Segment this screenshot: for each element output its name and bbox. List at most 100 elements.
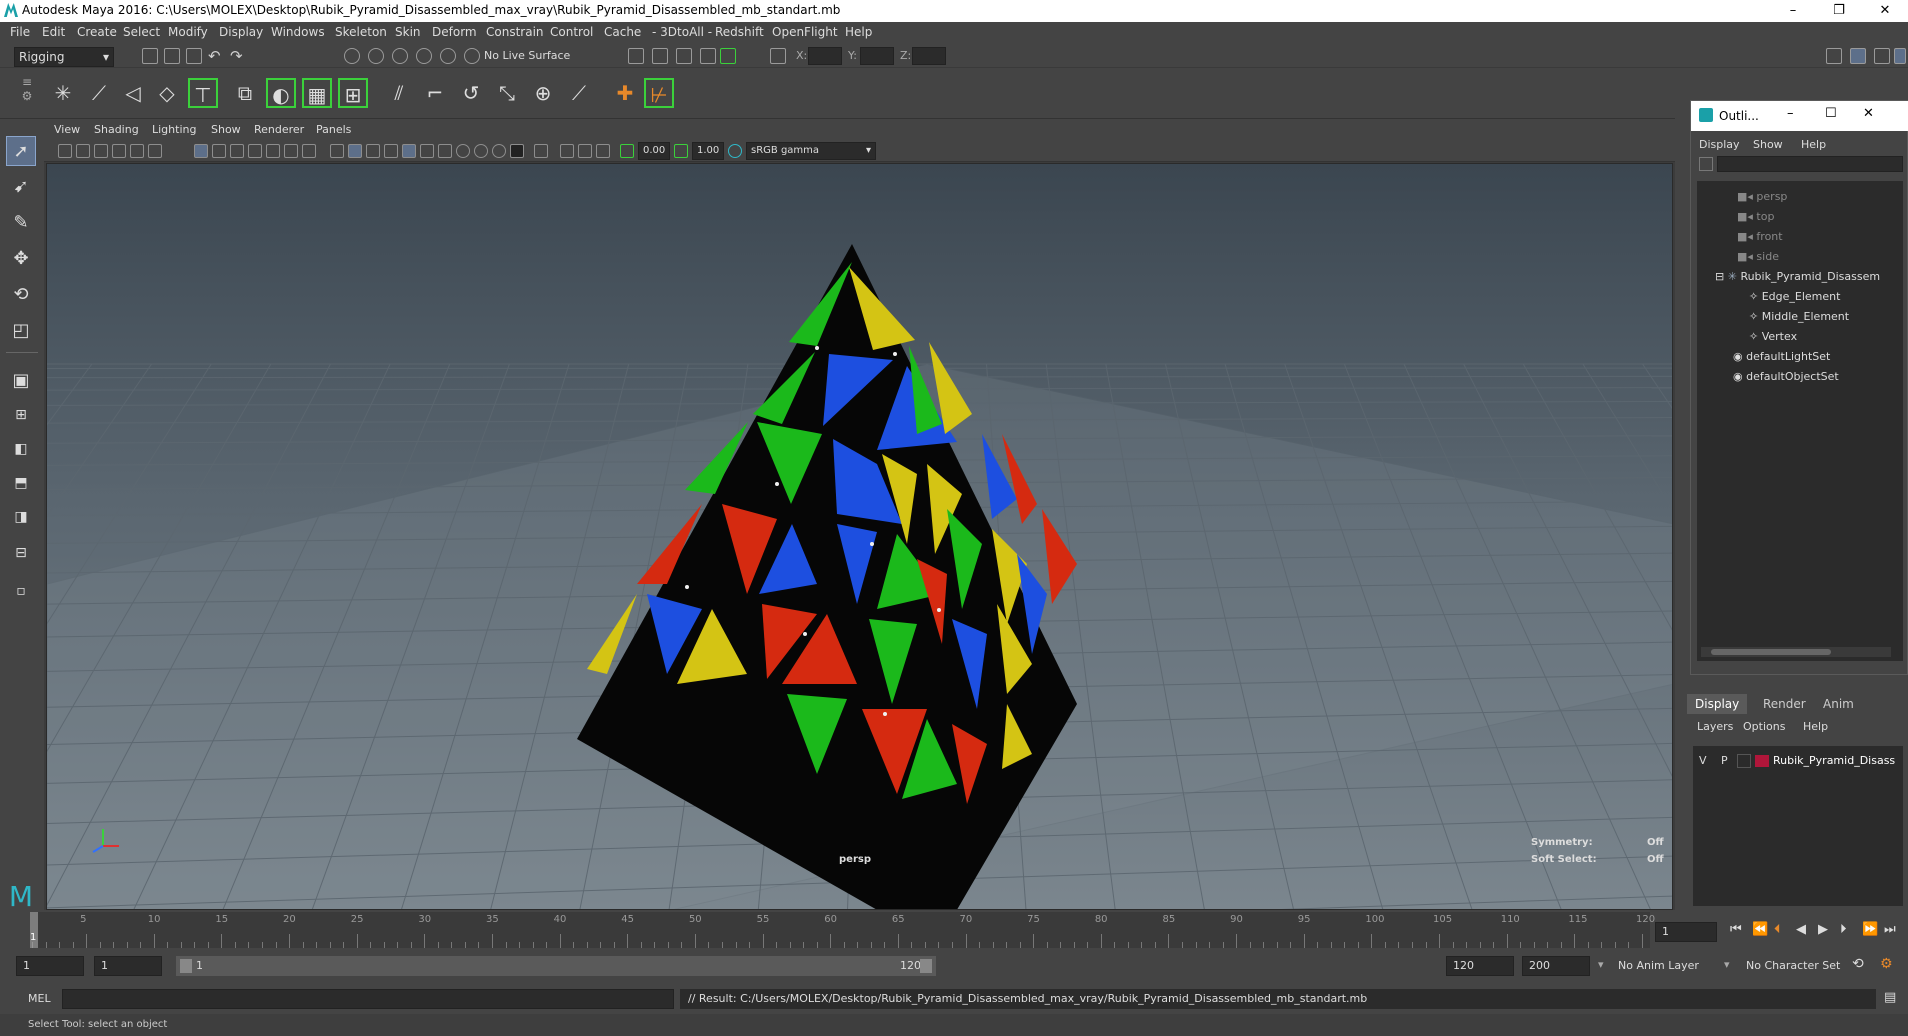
safe-title-icon[interactable] bbox=[302, 144, 316, 158]
menuset-dropdown[interactable]: Rigging ▾ bbox=[14, 47, 114, 67]
ipr-render-icon[interactable] bbox=[676, 48, 692, 64]
go-to-end-icon[interactable]: ⏭ bbox=[1884, 922, 1896, 937]
default-material-icon[interactable] bbox=[366, 144, 380, 158]
close-button[interactable]: ✕ bbox=[1862, 0, 1908, 22]
grease-pencil-icon[interactable] bbox=[148, 144, 162, 158]
panel-menu-lighting[interactable]: Lighting bbox=[152, 123, 196, 136]
outliner-item-edge[interactable]: ✧ Edge_Element bbox=[1749, 287, 1903, 307]
panel-menu-panels[interactable]: Panels bbox=[316, 123, 351, 136]
outliner-item-persp[interactable]: ■◂ persp bbox=[1737, 187, 1903, 207]
lasso-tool-icon[interactable]: ➹ bbox=[6, 172, 36, 202]
layer-playback-toggle[interactable]: P bbox=[1721, 754, 1728, 767]
transform-mode-icon[interactable] bbox=[770, 48, 786, 64]
select-tool-icon[interactable]: ➚ bbox=[6, 136, 36, 166]
step-forward-icon[interactable]: ⏩ bbox=[1862, 922, 1878, 937]
attribute-editor-icon[interactable] bbox=[1850, 48, 1866, 64]
wireframe-on-shaded-icon[interactable] bbox=[384, 144, 398, 158]
outliner-minimize-button[interactable]: – bbox=[1787, 106, 1794, 121]
select-component-icon[interactable] bbox=[392, 48, 408, 64]
tool-settings-icon[interactable] bbox=[1874, 48, 1890, 64]
panel-menu-show[interactable]: Show bbox=[211, 123, 241, 136]
resolution-gate-icon[interactable] bbox=[230, 144, 244, 158]
menu-edit[interactable]: Edit bbox=[42, 25, 65, 39]
select-hierarchy-icon[interactable] bbox=[344, 48, 360, 64]
chevron-down-icon[interactable]: ▾ bbox=[1598, 958, 1604, 971]
minimize-button[interactable]: – bbox=[1770, 0, 1816, 22]
menu-create[interactable]: Create bbox=[77, 25, 117, 39]
prefs-icon[interactable]: ⚙ bbox=[1880, 956, 1893, 972]
safe-action-icon[interactable] bbox=[284, 144, 298, 158]
menu-deform[interactable]: Deform bbox=[432, 25, 477, 39]
xray-icon[interactable] bbox=[560, 144, 574, 158]
range-slider[interactable]: 1 120 bbox=[176, 956, 936, 976]
orient-constraint-icon[interactable]: ↺ bbox=[456, 78, 486, 108]
image-plane-icon[interactable] bbox=[112, 144, 126, 158]
scale-constraint-icon[interactable]: ⤡ bbox=[492, 78, 522, 108]
maximize-button[interactable]: ❐ bbox=[1816, 0, 1862, 22]
panel-menu-shading[interactable]: Shading bbox=[94, 123, 139, 136]
undo-icon[interactable]: ↶ bbox=[208, 47, 221, 65]
render-frame-icon[interactable] bbox=[652, 48, 668, 64]
2d-pan-icon[interactable] bbox=[130, 144, 144, 158]
collapse-icon[interactable]: ⊟ bbox=[1715, 270, 1728, 283]
character-set-label[interactable]: No Character Set bbox=[1746, 959, 1840, 972]
outliner-search-input[interactable] bbox=[1717, 156, 1903, 172]
anim-start-field[interactable]: 1 bbox=[94, 956, 162, 976]
shadows-icon[interactable] bbox=[438, 144, 452, 158]
depth-of-field-icon[interactable] bbox=[510, 144, 524, 158]
play-forwards-icon[interactable]: ▶ bbox=[1818, 922, 1828, 937]
tab-anim-layers[interactable]: Anim bbox=[1815, 694, 1862, 714]
isolate-select-icon[interactable] bbox=[534, 144, 548, 158]
modeling-toolkit-icon[interactable] bbox=[1826, 48, 1842, 64]
camera-select-icon[interactable] bbox=[58, 144, 72, 158]
new-scene-icon[interactable] bbox=[142, 48, 158, 64]
step-back-key-icon[interactable]: ⏴ bbox=[1774, 922, 1781, 937]
textured-icon[interactable] bbox=[402, 144, 416, 158]
menu-constrain[interactable]: Constrain bbox=[486, 25, 544, 39]
outliner-hscrollbar[interactable] bbox=[1701, 647, 1891, 657]
command-input[interactable] bbox=[62, 989, 674, 1009]
snap-curve-icon[interactable] bbox=[440, 48, 456, 64]
outliner-item-front[interactable]: ■◂ front bbox=[1737, 227, 1903, 247]
menu-display[interactable]: Display bbox=[219, 25, 263, 39]
viewport-3d[interactable]: persp Symmetry: Off Soft Select: Off bbox=[46, 163, 1673, 910]
outliner-menu-display[interactable]: Display bbox=[1699, 138, 1740, 151]
menu-control[interactable]: Control bbox=[550, 25, 593, 39]
menu-file[interactable]: File bbox=[10, 25, 30, 39]
range-end-handle[interactable] bbox=[920, 959, 932, 973]
range-start-handle[interactable] bbox=[180, 959, 192, 973]
outliner-item-lightset[interactable]: ◉ defaultLightSet bbox=[1733, 347, 1903, 367]
layer-visibility-toggle[interactable]: V bbox=[1699, 754, 1707, 767]
bind-skin-icon[interactable]: ⧉ bbox=[230, 78, 260, 108]
play-backwards-icon[interactable]: ◀ bbox=[1796, 922, 1806, 937]
persp-graph-layout-icon[interactable]: ⬒ bbox=[6, 468, 36, 498]
tab-display-layers[interactable]: Display bbox=[1687, 694, 1748, 714]
move-tool-icon[interactable]: ✥ bbox=[6, 244, 36, 274]
paint-select-icon[interactable]: ✎ bbox=[6, 208, 36, 238]
outliner-item-top[interactable]: ■◂ top bbox=[1737, 207, 1903, 227]
outliner-close-button[interactable]: ✕ bbox=[1863, 106, 1874, 121]
layer-type-toggle[interactable] bbox=[1737, 754, 1751, 768]
grid-icon[interactable] bbox=[194, 144, 208, 158]
exposure-field[interactable]: 0.00 bbox=[638, 142, 670, 160]
outliner-item-rubik-group[interactable]: ⊟ ✳ Rubik_Pyramid_Disassem bbox=[1715, 267, 1903, 287]
outliner-item-vertex[interactable]: ✧ Vertex bbox=[1749, 327, 1903, 347]
step-back-icon[interactable]: ⏪ bbox=[1752, 922, 1768, 937]
cluster-icon[interactable]: ⊞ bbox=[338, 78, 368, 108]
ik-fk-icon[interactable]: ⊬ bbox=[644, 78, 674, 108]
time-slider-track[interactable]: 5 10 15 20 25 30 35 40 45 50 55 60 65 70 75 80 85 90 95 100… bbox=[30, 912, 1655, 948]
ik-handle-icon[interactable]: ⟋ bbox=[84, 78, 114, 108]
menu-openflight[interactable]: OpenFlight bbox=[772, 25, 838, 39]
anim-end-field[interactable]: 200 bbox=[1522, 956, 1590, 976]
z-field[interactable] bbox=[912, 47, 946, 65]
current-frame-field[interactable]: 1 bbox=[1655, 922, 1717, 942]
menu-skin[interactable]: Skin bbox=[395, 25, 421, 39]
camera-attrs-icon[interactable] bbox=[76, 144, 90, 158]
step-forward-key-icon[interactable]: ⏵ bbox=[1840, 922, 1847, 937]
aim-constraint-icon[interactable]: ⊕ bbox=[528, 78, 558, 108]
outliner-item-side[interactable]: ■◂ side bbox=[1737, 247, 1903, 267]
xray-active-icon[interactable] bbox=[578, 144, 592, 158]
panel-menu-renderer[interactable]: Renderer bbox=[254, 123, 304, 136]
scrollbar-thumb[interactable] bbox=[1711, 649, 1831, 655]
x-field[interactable] bbox=[808, 47, 842, 65]
